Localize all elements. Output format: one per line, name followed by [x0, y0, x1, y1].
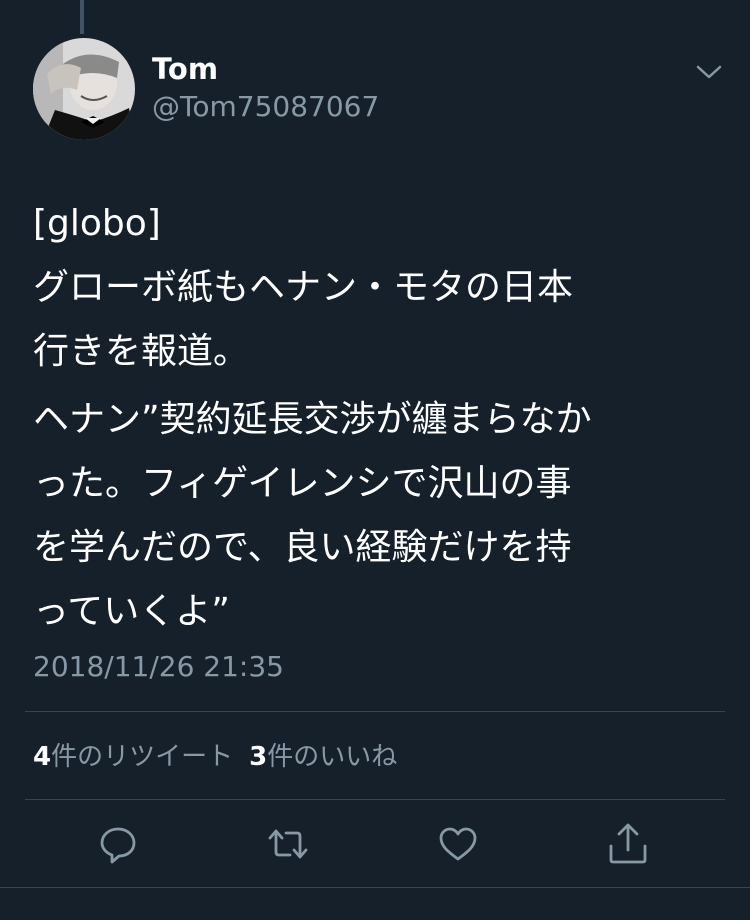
author-name[interactable]: Tom — [152, 52, 218, 86]
likes-stat[interactable]: 3件のいいね — [249, 742, 397, 772]
retweets-stat[interactable]: 4件のリツイート — [33, 742, 233, 772]
tweet-text-line: っていくよ” — [33, 591, 230, 632]
action-bar — [0, 822, 750, 866]
share-icon[interactable] — [606, 822, 650, 866]
retweet-icon[interactable] — [266, 822, 310, 866]
comment-icon[interactable] — [96, 822, 140, 866]
chevron-down-icon[interactable] — [695, 62, 723, 82]
tweet-timestamp[interactable]: 2018/11/26 21:35 — [33, 650, 284, 683]
tweet-text-line: グローボ紙もヘナン・モタの日本 — [33, 267, 574, 308]
author-handle[interactable]: @Tom75087067 — [152, 90, 379, 123]
tweet-text-line: 行きを報道。 — [33, 331, 250, 372]
heart-icon[interactable] — [436, 822, 480, 866]
tweet-text-line[interactable]: [globo] — [33, 192, 723, 256]
divider — [25, 799, 725, 800]
thread-connector-line — [80, 0, 84, 34]
engagement-stats: 4件のリツイート 3件のいいね — [33, 736, 397, 773]
retweets-count: 4 — [33, 742, 52, 772]
tweet-text-line: ヘナン”契約延長交渉が纏まらなか — [33, 399, 592, 440]
avatar-image — [33, 38, 135, 140]
likes-label: 件のいいね — [267, 742, 398, 772]
retweets-label: 件のリツイート — [51, 742, 234, 772]
likes-count: 3 — [249, 742, 268, 772]
avatar[interactable] — [33, 38, 135, 140]
tweet-text-line: った。フィゲイレンシで沢山の事 — [33, 463, 572, 504]
tweet-text-line: を学んだので、良い経験だけを持 — [33, 527, 572, 568]
divider — [25, 711, 725, 712]
tweet-text: [globo] グローボ紙もヘナン・モタの日本 行きを報道。 ヘナン”契約延長交… — [33, 192, 723, 644]
tweet-header: Tom @Tom75087067 — [33, 38, 723, 142]
bottom-divider — [0, 887, 750, 888]
